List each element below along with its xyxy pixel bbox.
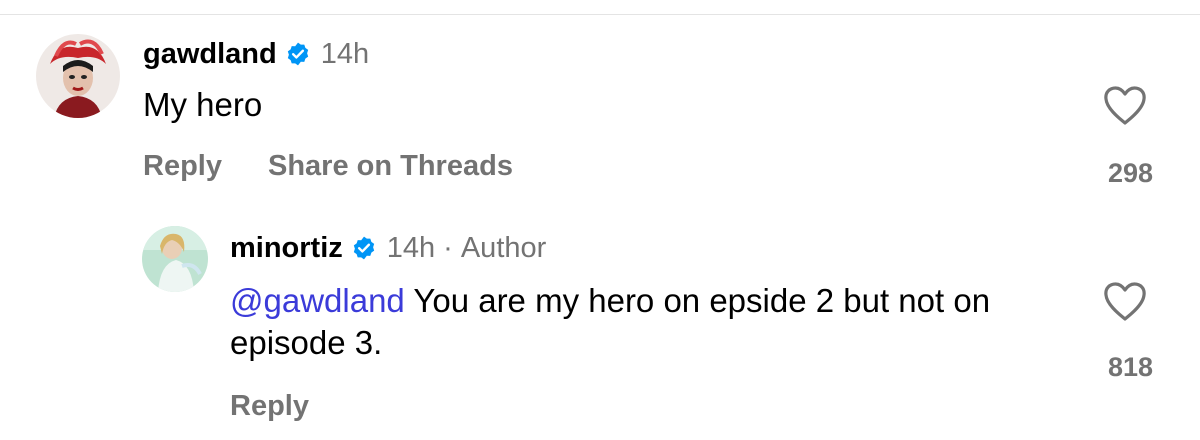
author-label: Author <box>460 231 547 264</box>
reply-button[interactable]: Reply <box>143 150 222 183</box>
verified-badge-icon <box>285 41 311 67</box>
avatar[interactable] <box>142 226 208 292</box>
comment-header: gawdland 14h <box>143 34 369 74</box>
timestamp: 14h <box>320 37 370 70</box>
comment-actions: Reply <box>230 390 309 423</box>
username[interactable]: gawdland <box>143 38 277 71</box>
reply-button[interactable]: Reply <box>230 390 309 423</box>
like-count: 818 <box>1107 352 1153 382</box>
heart-icon[interactable] <box>1103 282 1147 327</box>
timestamp: 14h <box>386 231 436 264</box>
like-count: 298 <box>1107 158 1153 188</box>
separator-dot: · <box>443 231 453 264</box>
share-on-threads-button[interactable]: Share on Threads <box>268 150 513 183</box>
top-divider <box>0 14 1200 15</box>
comment-actions: Reply Share on Threads <box>143 150 513 183</box>
comment-header: minortiz 14h · Author <box>230 228 546 268</box>
heart-icon[interactable] <box>1103 86 1147 131</box>
username[interactable]: minortiz <box>230 232 343 265</box>
comment-text: @gawdland You are my hero on epside 2 bu… <box>230 280 1070 364</box>
avatar[interactable] <box>36 34 120 118</box>
comment-text: My hero <box>143 86 263 123</box>
mention-link[interactable]: @gawdland <box>230 282 405 319</box>
verified-badge-icon <box>351 235 377 261</box>
